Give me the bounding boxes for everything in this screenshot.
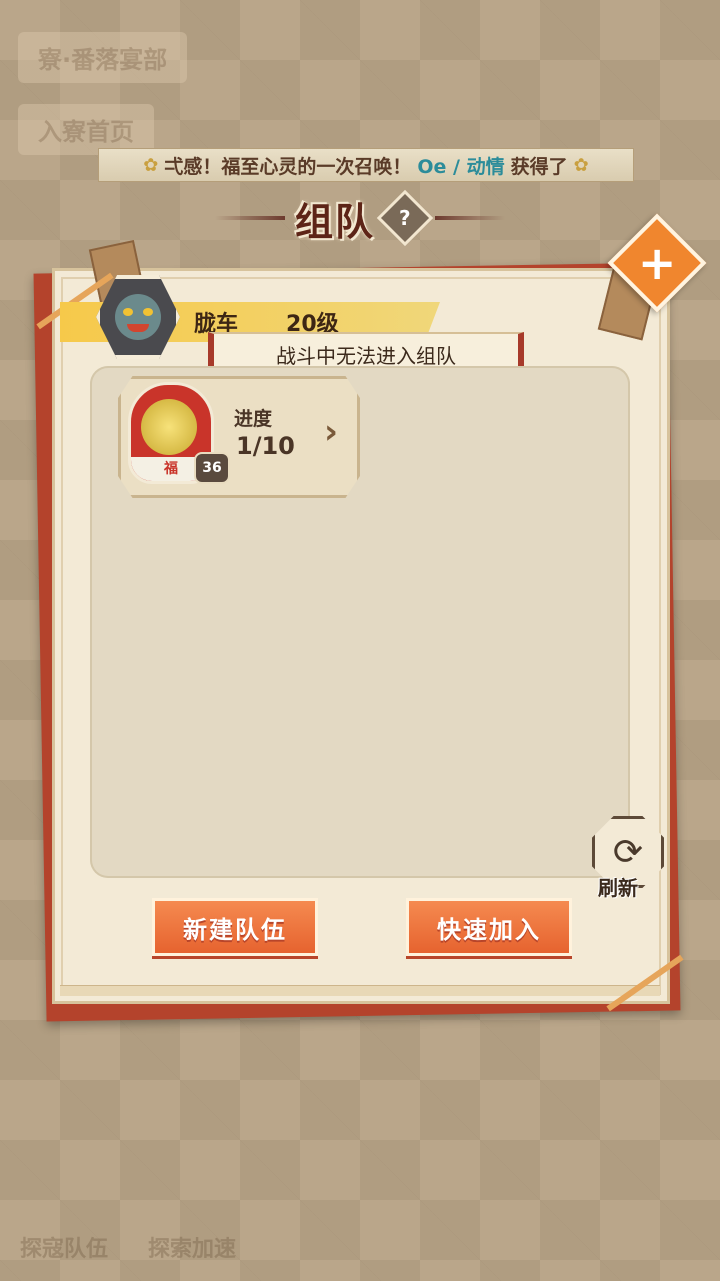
ghost-bottom-left: 探寇队伍: [20, 1237, 109, 1262]
refresh-label: 刷新: [598, 876, 638, 900]
ghost-top-tab: 寮·番落宴部: [18, 32, 188, 83]
help-button[interactable]: ?: [376, 189, 434, 247]
marquee-player: Oe / 动情: [417, 155, 505, 178]
marquee-suffix: 获得了: [510, 155, 568, 178]
title-bar: 组队 ?: [190, 189, 530, 247]
title-ornament-right: [435, 216, 505, 220]
quick-join-button[interactable]: 快速加入: [406, 898, 572, 956]
flower-icon: ✿: [573, 154, 589, 176]
avatar-face-icon: [115, 294, 161, 340]
progress-label: 进度: [234, 408, 273, 430]
marquee-prefix: 弌感！福至心灵的一次召唤！: [164, 155, 412, 178]
daruma-glow: [141, 399, 197, 455]
close-icon: +: [637, 235, 677, 290]
flower-icon: ✿: [143, 154, 159, 176]
chevron-right-icon[interactable]: ›: [320, 408, 342, 456]
title-ornament-left: [214, 216, 285, 220]
create-team-button[interactable]: 新建队伍: [152, 898, 318, 956]
panel-bottom-strip: [60, 985, 660, 996]
level-badge: 36: [194, 452, 230, 484]
refresh-icon: ⟳: [612, 831, 644, 873]
page-title: 组队: [294, 199, 375, 244]
progress-value: 1/10: [236, 432, 295, 460]
announcement-marquee: ✿ 弌感！福至心灵的一次召唤！ Oe / 动情 获得了 ✿: [98, 148, 634, 182]
ghost-bottom-mid: 探索加速: [148, 1237, 237, 1262]
question-icon: ?: [399, 205, 411, 230]
